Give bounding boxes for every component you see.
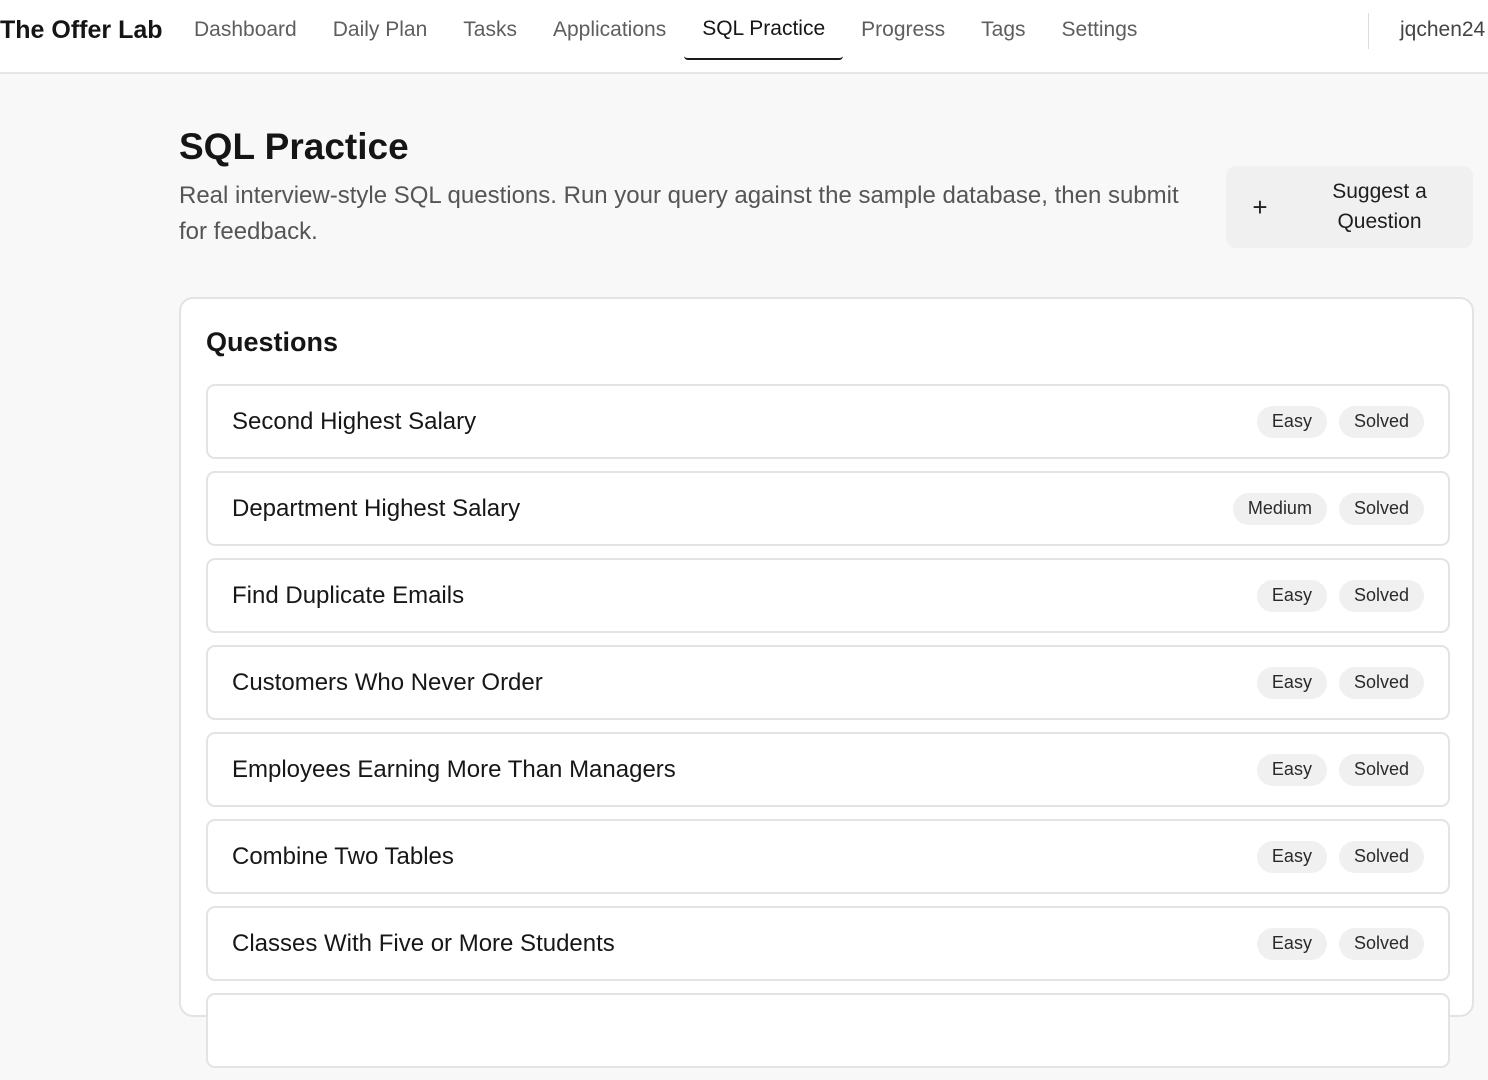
- question-row[interactable]: Employees Earning More Than Managers Eas…: [206, 732, 1450, 807]
- tab-tags[interactable]: Tags: [963, 0, 1043, 60]
- status-badge: Solved: [1338, 579, 1424, 612]
- user-menu[interactable]: jqchen24: [1400, 18, 1485, 42]
- difficulty-badge: Easy: [1256, 579, 1327, 612]
- tab-tasks[interactable]: Tasks: [445, 0, 535, 60]
- status-badge: Solved: [1338, 753, 1424, 786]
- question-list: Second Highest Salary Easy Solved Depart…: [206, 384, 1450, 1080]
- question-row[interactable]: Combine Two Tables Easy Solved: [206, 819, 1450, 894]
- app-logo[interactable]: The Offer Lab: [0, 16, 163, 45]
- suggest-question-button[interactable]: + Suggest a Question: [1226, 166, 1473, 248]
- nav-divider: [1368, 13, 1369, 49]
- suggest-question-label: Suggest a Question: [1332, 180, 1427, 233]
- page-description: Real interview-style SQL questions. Run …: [179, 182, 1179, 245]
- question-title: Customers Who Never Order: [232, 668, 543, 696]
- question-row[interactable]: Second Highest Salary Easy Solved: [206, 384, 1450, 459]
- question-title: Classes With Five or More Students: [232, 929, 615, 957]
- question-title: Employees Earning More Than Managers: [232, 755, 676, 783]
- difficulty-badge: Easy: [1256, 666, 1327, 699]
- tab-applications[interactable]: Applications: [535, 0, 684, 60]
- top-navigation-bar: The Offer Lab Dashboard Daily Plan Tasks…: [0, 0, 1488, 74]
- question-row[interactable]: Department Highest Salary Medium Solved: [206, 471, 1450, 546]
- status-badge: Solved: [1338, 840, 1424, 873]
- status-badge: Solved: [1338, 492, 1424, 525]
- tab-dashboard[interactable]: Dashboard: [176, 0, 315, 60]
- main-nav: Dashboard Daily Plan Tasks Applications …: [176, 0, 1155, 74]
- question-row[interactable]: [206, 993, 1450, 1068]
- question-title: Second Highest Salary: [232, 407, 477, 435]
- tab-progress[interactable]: Progress: [843, 0, 963, 60]
- tab-daily-plan[interactable]: Daily Plan: [315, 0, 446, 60]
- question-title: Combine Two Tables: [232, 842, 454, 870]
- status-badge: Solved: [1338, 927, 1424, 960]
- difficulty-badge: Easy: [1256, 405, 1327, 438]
- question-row[interactable]: Classes With Five or More Students Easy …: [206, 906, 1450, 981]
- difficulty-badge: Easy: [1256, 753, 1327, 786]
- status-badge: Solved: [1338, 666, 1424, 699]
- difficulty-badge: Medium: [1232, 492, 1327, 525]
- question-row[interactable]: Find Duplicate Emails Easy Solved: [206, 558, 1450, 633]
- question-row[interactable]: Customers Who Never Order Easy Solved: [206, 645, 1450, 720]
- page-title: SQL Practice: [179, 126, 409, 167]
- plus-icon: +: [1252, 191, 1268, 222]
- difficulty-badge: Easy: [1256, 927, 1327, 960]
- tab-settings[interactable]: Settings: [1044, 0, 1156, 60]
- tab-sql-practice[interactable]: SQL Practice: [684, 0, 844, 60]
- status-badge: Solved: [1338, 405, 1424, 438]
- questions-card: Questions Second Highest Salary Easy Sol…: [179, 297, 1474, 1068]
- question-title: Find Duplicate Emails: [232, 581, 465, 609]
- difficulty-badge: Easy: [1256, 840, 1327, 873]
- questions-heading: Questions: [206, 327, 339, 357]
- question-title: Department Highest Salary: [232, 494, 521, 522]
